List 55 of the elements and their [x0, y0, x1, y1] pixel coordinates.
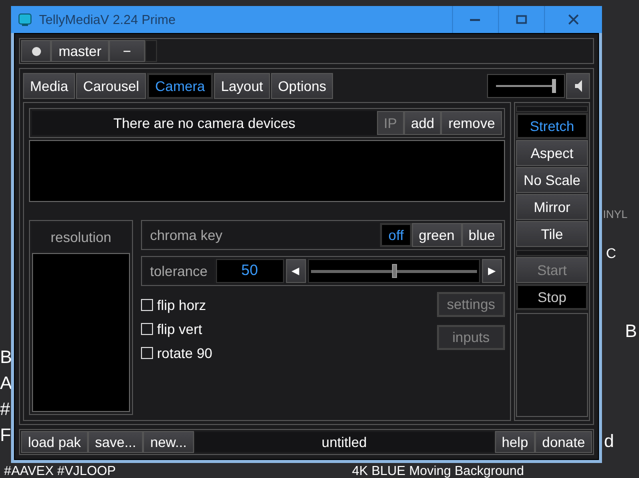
scale-mode-button[interactable]: Stretch — [516, 113, 588, 139]
slider-thumb[interactable] — [392, 264, 397, 278]
tab[interactable]: Carousel — [76, 73, 146, 99]
checkbox[interactable]: flip vert — [141, 320, 202, 338]
checkbox[interactable]: flip horz — [141, 296, 206, 314]
device-list[interactable] — [29, 140, 505, 202]
speaker-button[interactable] — [566, 73, 590, 99]
tab[interactable]: Camera — [147, 73, 213, 99]
value-field[interactable]: 50 — [216, 259, 284, 283]
chroma-option[interactable]: green — [412, 223, 462, 247]
transport-button[interactable]: Stop — [516, 284, 588, 310]
device-button[interactable]: add — [404, 111, 442, 135]
filename-field: untitled — [194, 432, 494, 452]
scale-mode-button[interactable]: No Scale — [516, 167, 588, 193]
window-title: TellyMediaV 2.24 Prime — [39, 10, 177, 29]
scale-mode-button[interactable]: Aspect — [516, 140, 588, 166]
background-text: B — [0, 348, 12, 366]
chroma-option[interactable]: blue — [462, 223, 502, 247]
scale-mode-button[interactable]: Tile — [516, 221, 588, 247]
tab[interactable]: Layout — [214, 73, 270, 99]
resolution-list[interactable] — [32, 253, 130, 412]
background-text: INYL — [603, 210, 628, 221]
tolerance-slider[interactable] — [308, 259, 480, 283]
record-button[interactable] — [21, 40, 51, 62]
background-text: #AAVEX #VJLOOP — [4, 464, 116, 477]
toolbar-button[interactable]: master — [51, 40, 109, 62]
maximize-icon — [516, 14, 527, 25]
background-text: A — [0, 374, 12, 392]
background-text: C — [606, 246, 616, 260]
chroma-option[interactable]: off — [380, 223, 412, 247]
checkbox[interactable]: rotate 90 — [141, 344, 212, 362]
file-button[interactable]: save... — [88, 431, 144, 453]
device-button[interactable]: remove — [441, 111, 502, 135]
increase-button[interactable]: ▶ — [482, 259, 502, 283]
footer-button[interactable]: help — [494, 431, 536, 453]
background-text: # — [0, 400, 10, 418]
speaker-icon — [574, 80, 582, 92]
tab[interactable]: Options — [271, 73, 334, 99]
close-icon — [568, 14, 579, 25]
footer-button[interactable]: donate — [535, 431, 592, 453]
slider-thumb[interactable] — [552, 79, 556, 93]
toolbar-button[interactable]: − — [109, 40, 145, 62]
status-message: There are no camera devices — [32, 111, 377, 135]
volume-slider[interactable] — [487, 74, 565, 98]
file-button[interactable]: new... — [143, 431, 194, 453]
background-text: d — [604, 432, 614, 450]
tv-icon — [18, 12, 32, 26]
tab[interactable]: Media — [23, 73, 76, 99]
background-text: B — [625, 322, 638, 340]
scale-mode-button[interactable]: Mirror — [516, 194, 588, 220]
dot-icon — [32, 46, 40, 56]
decrease-button[interactable]: ◀ — [286, 259, 306, 283]
background-text: 4K BLUE Moving Background — [352, 464, 524, 477]
file-button[interactable]: load pak — [21, 431, 88, 453]
background-text: F — [0, 426, 11, 444]
